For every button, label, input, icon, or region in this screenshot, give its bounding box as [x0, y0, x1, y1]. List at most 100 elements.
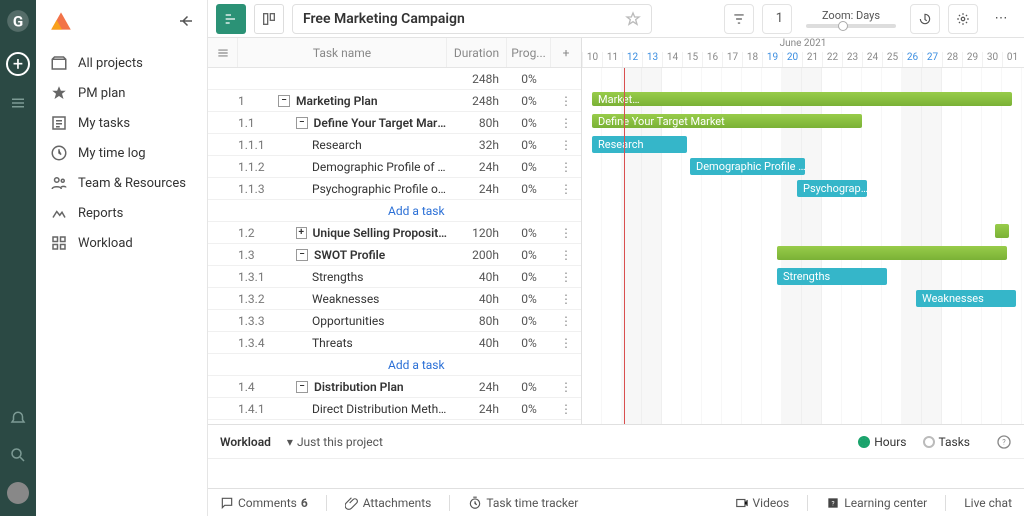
task-row[interactable]: 1.1 −Define Your Target Market 80h 0% ⋮ — [208, 112, 581, 134]
livechat-link[interactable]: Live chat — [964, 496, 1012, 510]
learning-link[interactable]: ?Learning center — [826, 496, 927, 510]
calendar-day[interactable]: 28 — [942, 52, 962, 67]
row-menu-icon[interactable]: ⋮ — [551, 270, 581, 284]
settings-button[interactable] — [948, 4, 978, 34]
gantt-bar[interactable]: Psychograp… — [797, 180, 867, 197]
gantt-bar[interactable]: Weaknesses — [916, 290, 1016, 307]
workload-hours-radio[interactable]: Hours — [858, 435, 906, 449]
sidebar-item-pm-plan[interactable]: PM plan — [36, 78, 207, 108]
calendar-day[interactable]: 27 — [922, 52, 942, 67]
more-button[interactable]: ⋯ — [986, 4, 1016, 34]
task-row[interactable]: 1.1.3 Psychographic Profile of Cu… 24h 0… — [208, 178, 581, 200]
gantt-bar[interactable]: Market… — [592, 92, 1012, 106]
row-menu-icon[interactable]: ⋮ — [551, 336, 581, 350]
task-row[interactable]: 1.4.1 Direct Distribution Methods 24h 0%… — [208, 398, 581, 420]
col-task-name[interactable]: Task name — [238, 38, 447, 67]
history-button[interactable] — [910, 4, 940, 34]
task-row[interactable]: 1.3.2 Weaknesses 40h 0% ⋮ — [208, 288, 581, 310]
expand-all-icon[interactable] — [208, 38, 238, 67]
collapse-sidebar-icon[interactable] — [177, 12, 195, 30]
time-tracker-link[interactable]: Task time tracker — [468, 496, 578, 510]
gantt-bar[interactable]: Research — [592, 136, 687, 153]
row-menu-icon[interactable]: ⋮ — [551, 160, 581, 174]
calendar-day[interactable]: 23 — [842, 52, 862, 67]
row-menu-icon[interactable]: ⋮ — [551, 182, 581, 196]
col-duration[interactable]: Duration — [447, 38, 507, 67]
user-avatar[interactable] — [7, 482, 29, 504]
gantt-chart[interactable]: June 2021 101112131415161718192021222324… — [582, 38, 1024, 424]
workload-tasks-radio[interactable]: Tasks — [923, 435, 971, 449]
sidebar-item-reports[interactable]: Reports — [36, 198, 207, 228]
toggle-icon[interactable]: + — [296, 227, 307, 239]
calendar-day[interactable]: 10 — [582, 52, 602, 67]
row-menu-icon[interactable]: ⋮ — [551, 292, 581, 306]
toggle-icon[interactable]: − — [296, 117, 308, 129]
create-button[interactable]: + — [6, 52, 30, 76]
calendar-day[interactable]: 22 — [822, 52, 842, 67]
workload-scope-select[interactable]: ▾ Just this project — [287, 435, 383, 449]
people-button[interactable]: 1 — [762, 4, 792, 34]
add-task-link[interactable]: Add a task — [388, 204, 445, 218]
col-progress[interactable]: Prog... — [507, 38, 551, 67]
task-row[interactable]: 1 −Marketing Plan 248h 0% ⋮ — [208, 90, 581, 112]
notification-icon[interactable] — [9, 410, 27, 428]
calendar-day[interactable]: 15 — [682, 52, 702, 67]
row-menu-icon[interactable]: ⋮ — [551, 138, 581, 152]
calendar-day[interactable]: 17 — [722, 52, 742, 67]
task-row[interactable]: 1.2 +Unique Selling Proposition (… 120h … — [208, 222, 581, 244]
row-menu-icon[interactable]: ⋮ — [551, 248, 581, 262]
sidebar-item-workload[interactable]: Workload — [36, 228, 207, 258]
calendar-day[interactable]: 13 — [642, 52, 662, 67]
filter-button[interactable] — [724, 4, 754, 34]
search-icon[interactable] — [9, 446, 27, 464]
toggle-icon[interactable]: − — [296, 249, 308, 261]
calendar-day[interactable]: 25 — [882, 52, 902, 67]
calendar-day[interactable]: 01 — [1002, 52, 1022, 67]
row-menu-icon[interactable]: ⋮ — [551, 314, 581, 328]
gantt-bar[interactable]: Strengths — [777, 268, 887, 285]
row-menu-icon[interactable]: ⋮ — [551, 226, 581, 240]
gantt-bar[interactable] — [995, 224, 1009, 238]
videos-link[interactable]: Videos — [735, 496, 790, 510]
task-row[interactable]: 1.3.4 Threats 40h 0% ⋮ — [208, 332, 581, 354]
calendar-day[interactable]: 24 — [862, 52, 882, 67]
calendar-day[interactable]: 14 — [662, 52, 682, 67]
calendar-day[interactable]: 12 — [622, 52, 642, 67]
calendar-day[interactable]: 30 — [982, 52, 1002, 67]
view-board-button[interactable] — [254, 4, 284, 34]
row-menu-icon[interactable]: ⋮ — [551, 94, 581, 108]
task-row[interactable]: 1.1.2 Demographic Profile of Cust… 24h 0… — [208, 156, 581, 178]
gantt-bar[interactable]: Demographic Profile … — [690, 158, 805, 175]
sidebar-item-my-time-log[interactable]: My time log — [36, 138, 207, 168]
calendar-day[interactable]: 11 — [602, 52, 622, 67]
gantt-bar[interactable]: Define Your Target Market — [592, 114, 862, 128]
sidebar-item-my-tasks[interactable]: My tasks — [36, 108, 207, 138]
task-row[interactable]: 1.4 −Distribution Plan 24h 0% ⋮ — [208, 376, 581, 398]
add-task-link[interactable]: Add a task — [388, 358, 445, 372]
task-row[interactable]: 1.3 −SWOT Profile 200h 0% ⋮ — [208, 244, 581, 266]
sidebar-item-team-resources[interactable]: Team & Resources — [36, 168, 207, 198]
calendar-day[interactable]: 21 — [802, 52, 822, 67]
zoom-control[interactable]: Zoom: Days — [800, 9, 902, 28]
toggle-icon[interactable]: − — [278, 95, 290, 107]
calendar-day[interactable]: 16 — [702, 52, 722, 67]
help-icon[interactable]: ? — [996, 434, 1012, 450]
calendar-day[interactable]: 20 — [782, 52, 802, 67]
view-gantt-button[interactable] — [216, 4, 246, 34]
task-row[interactable]: 1.3.1 Strengths 40h 0% ⋮ — [208, 266, 581, 288]
attachments-link[interactable]: Attachments — [345, 496, 432, 510]
task-row[interactable]: 1.1.1 Research 32h 0% ⋮ — [208, 134, 581, 156]
row-menu-icon[interactable]: ⋮ — [551, 380, 581, 394]
toggle-icon[interactable]: − — [296, 381, 308, 393]
row-menu-icon[interactable]: ⋮ — [551, 402, 581, 416]
calendar-day[interactable]: 19 — [762, 52, 782, 67]
favorite-icon[interactable] — [625, 11, 641, 27]
task-row[interactable]: 1.3.3 Opportunities 80h 0% ⋮ — [208, 310, 581, 332]
add-column-button[interactable]: + — [551, 38, 581, 67]
calendar-day[interactable]: 26 — [902, 52, 922, 67]
row-menu-icon[interactable]: ⋮ — [551, 116, 581, 130]
gantt-bar[interactable] — [777, 246, 1007, 260]
sidebar-item-all-projects[interactable]: All projects — [36, 48, 207, 78]
menu-icon[interactable] — [9, 94, 27, 112]
calendar-day[interactable]: 29 — [962, 52, 982, 67]
